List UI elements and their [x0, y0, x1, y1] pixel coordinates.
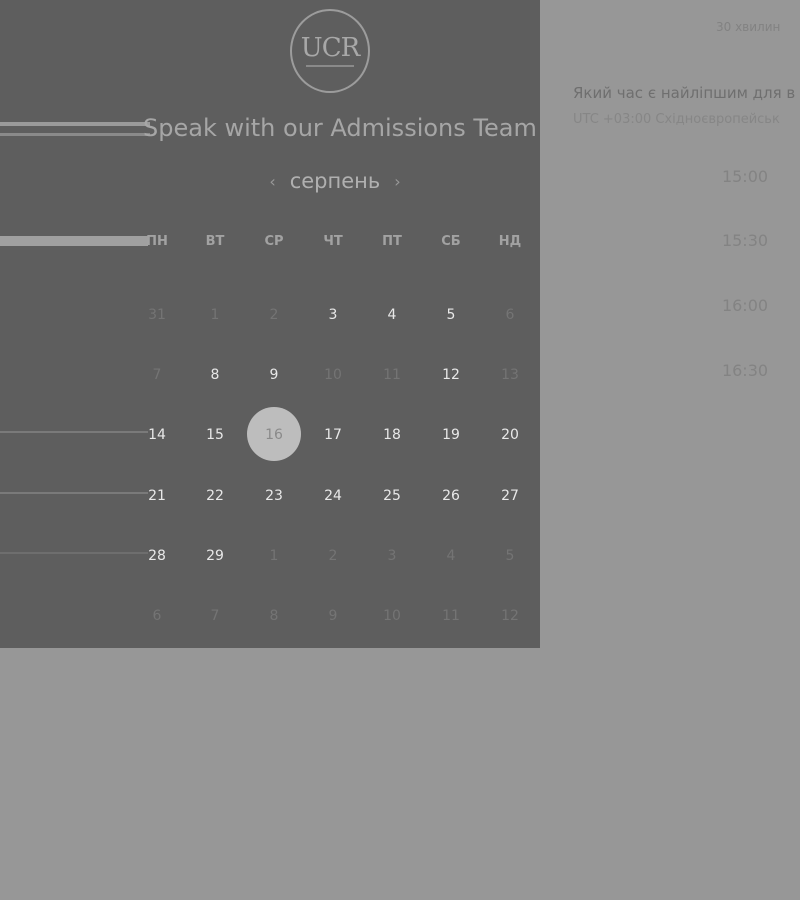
- calendar-day[interactable]: 8: [195, 363, 235, 387]
- weekday-label: ПН: [146, 234, 168, 249]
- ghost-line: [0, 552, 148, 554]
- page-title: Speak with our Admissions Team: [143, 114, 537, 142]
- calendar-day[interactable]: 14: [137, 423, 177, 447]
- timezone-label[interactable]: UTC +03:00 Східноєвропейськ: [573, 112, 780, 127]
- weekday-label: НД: [498, 234, 522, 249]
- calendar-day[interactable]: 27: [490, 484, 530, 508]
- ghost-line: [0, 133, 150, 136]
- ghost-line: [0, 431, 148, 433]
- chevron-right-icon[interactable]: ›: [394, 172, 400, 191]
- calendar-day: 13: [501, 367, 519, 383]
- weekday-label: ПТ: [382, 234, 402, 249]
- time-question: Який час є найліпшим для в: [573, 84, 796, 102]
- calendar-day[interactable]: 19: [431, 423, 471, 447]
- calendar-day[interactable]: 20: [490, 423, 530, 447]
- calendar-day: 7: [210, 608, 220, 624]
- calendar-day[interactable]: 22: [195, 484, 235, 508]
- ucr-logo: UCR: [290, 9, 370, 93]
- calendar-day: 31: [148, 307, 166, 323]
- calendar-day[interactable]: 18: [372, 423, 412, 447]
- calendar-day[interactable]: 25: [372, 484, 412, 508]
- calendar-day-selected[interactable]: 16: [254, 423, 294, 447]
- weekday-label: СБ: [441, 234, 461, 249]
- time-slot[interactable]: 16:00: [700, 296, 790, 315]
- calendar-day: 9: [328, 608, 338, 624]
- logo-text: UCR: [300, 33, 360, 63]
- calendar-day[interactable]: 24: [313, 484, 353, 508]
- month-navigation: ‹ серпень ›: [255, 166, 415, 196]
- meeting-duration: 30 хвилин: [716, 20, 781, 34]
- ghost-line: [0, 236, 148, 246]
- calendar-panel: UCR Speak with our Admissions Team ‹ сер…: [0, 0, 540, 648]
- calendar-day: 1: [210, 307, 220, 323]
- month-label: серпень: [289, 169, 381, 193]
- calendar-day[interactable]: 26: [431, 484, 471, 508]
- calendar-day: 6: [152, 608, 162, 624]
- calendar-day: 11: [383, 367, 401, 383]
- calendar-day: 11: [442, 608, 460, 624]
- calendar-day: 1: [269, 548, 279, 564]
- calendar-day[interactable]: 28: [137, 544, 177, 568]
- calendar-day[interactable]: 21: [137, 484, 177, 508]
- calendar-day: 6: [505, 307, 515, 323]
- calendar-day[interactable]: 3: [313, 303, 353, 327]
- time-slot[interactable]: 15:00: [700, 167, 790, 186]
- calendar-day[interactable]: 4: [372, 303, 412, 327]
- calendar-day: 3: [387, 548, 397, 564]
- calendar-day[interactable]: 29: [195, 544, 235, 568]
- calendar-day[interactable]: 23: [254, 484, 294, 508]
- time-slot[interactable]: 15:30: [700, 231, 790, 250]
- calendar-day: 5: [505, 548, 515, 564]
- calendar-day[interactable]: 17: [313, 423, 353, 447]
- calendar-day: 7: [152, 367, 162, 383]
- calendar-day[interactable]: 5: [431, 303, 471, 327]
- time-slot[interactable]: 16:30: [700, 361, 790, 380]
- calendar-day[interactable]: 9: [254, 363, 294, 387]
- calendar-day: 10: [383, 608, 401, 624]
- calendar-day: 10: [324, 367, 342, 383]
- weekday-label: ВТ: [205, 234, 225, 249]
- calendar-day[interactable]: 15: [195, 423, 235, 447]
- calendar-day: 4: [446, 548, 456, 564]
- ghost-line: [0, 492, 148, 494]
- weekday-label: СР: [264, 234, 284, 249]
- ghost-line: [0, 122, 150, 126]
- calendar-day: 12: [501, 608, 519, 624]
- calendar-day: 2: [328, 548, 338, 564]
- logo-tagline-mark: [306, 65, 354, 67]
- chevron-left-icon[interactable]: ‹: [269, 172, 275, 191]
- calendar-day: 8: [269, 608, 279, 624]
- calendar-day[interactable]: 12: [431, 363, 471, 387]
- weekday-label: ЧТ: [323, 234, 343, 249]
- calendar-day: 2: [269, 307, 279, 323]
